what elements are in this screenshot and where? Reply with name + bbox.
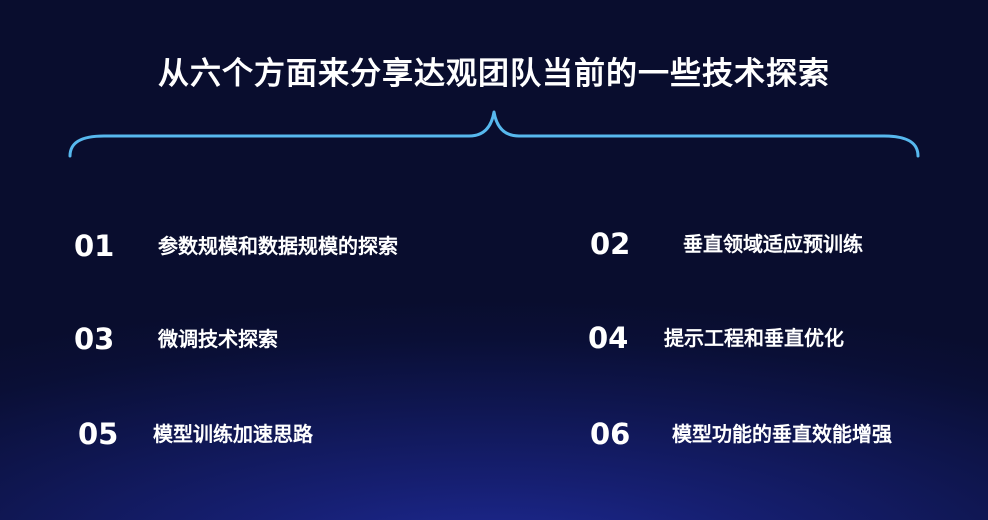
list-item: 04 提示工程和垂直优化 bbox=[0, 318, 988, 358]
item-label: 垂直领域适应预训练 bbox=[683, 232, 863, 256]
slide: 从六个方面来分享达观团队当前的一些技术探索 01 参数规模和数据规模的探索 02… bbox=[0, 0, 988, 520]
curly-brace-icon bbox=[68, 110, 920, 158]
list-item: 02 垂直领域适应预训练 bbox=[0, 224, 988, 264]
item-label: 模型功能的垂直效能增强 bbox=[672, 422, 892, 446]
item-number: 02 bbox=[590, 227, 631, 261]
list-item: 06 模型功能的垂直效能增强 bbox=[0, 414, 988, 454]
item-label: 提示工程和垂直优化 bbox=[664, 326, 844, 350]
item-number: 06 bbox=[590, 417, 631, 451]
slide-title: 从六个方面来分享达观团队当前的一些技术探索 bbox=[158, 56, 830, 92]
item-number: 04 bbox=[588, 321, 629, 355]
